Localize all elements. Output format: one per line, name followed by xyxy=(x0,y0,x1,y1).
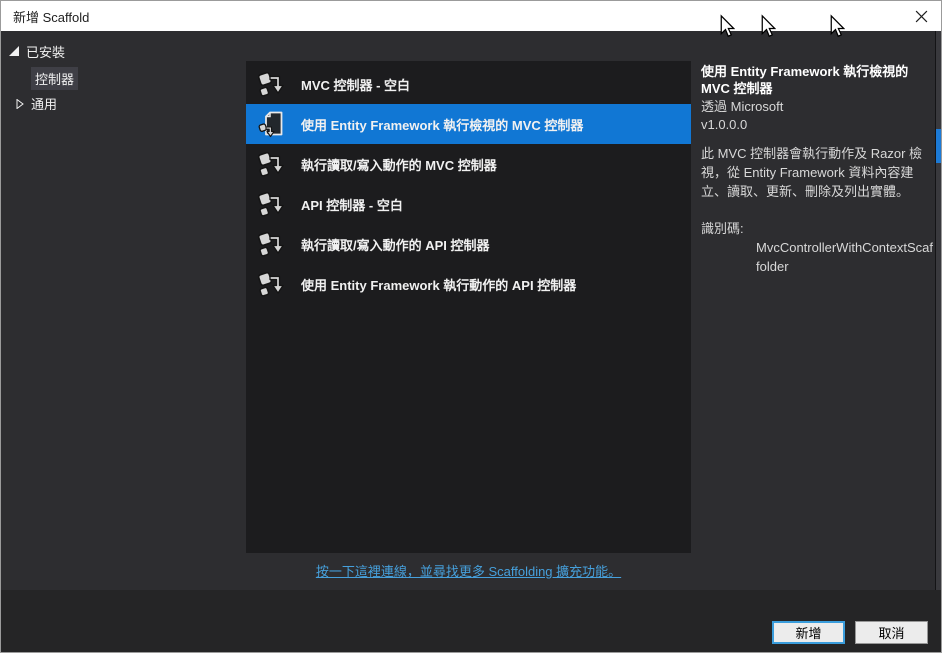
controller-scaffold-icon xyxy=(256,69,286,99)
scrollbar-track[interactable] xyxy=(935,31,941,590)
tree-node-common[interactable]: 通用 xyxy=(16,94,246,113)
list-item-label: API 控制器 - 空白 xyxy=(301,197,403,213)
ef-view-controller-icon xyxy=(256,109,286,139)
controller-scaffold-icon xyxy=(256,229,286,259)
titlebar: 新增 Scaffold xyxy=(1,1,941,31)
triangle-expanded-icon xyxy=(9,46,19,56)
tree-child-label: 通用 xyxy=(31,97,58,112)
details-publisher: 透過 Microsoft xyxy=(701,99,784,114)
scrollbar-thumb[interactable] xyxy=(936,129,941,163)
extensions-link-row: 按一下這裡連線，並尋找更多 Scaffolding 擴充功能。 xyxy=(246,561,691,581)
details-title: 使用 Entity Framework 執行檢視的 MVC 控制器 xyxy=(701,64,909,96)
add-button[interactable]: 新增 xyxy=(772,621,845,644)
window-title: 新增 Scaffold xyxy=(13,9,90,25)
scaffolding-extensions-link[interactable]: 按一下這裡連線，並尋找更多 Scaffolding 擴充功能。 xyxy=(316,564,621,579)
tree-root-label: 已安裝 xyxy=(26,44,66,60)
list-item-label: MVC 控制器 - 空白 xyxy=(301,77,411,93)
controller-scaffold-icon xyxy=(256,149,286,179)
list-item-selected[interactable]: 使用 Entity Framework 執行檢視的 MVC 控制器 xyxy=(246,104,691,144)
list-item[interactable]: MVC 控制器 - 空白 xyxy=(246,64,691,104)
details-description: 此 MVC 控制器會執行動作及 Razor 檢視，從 Entity Framew… xyxy=(701,146,923,199)
category-tree: 已安裝 控制器 通用 xyxy=(1,31,246,113)
close-icon[interactable] xyxy=(909,5,933,27)
footer-bar: 新增 取消 xyxy=(1,590,941,652)
list-item[interactable]: API 控制器 - 空白 xyxy=(246,184,691,224)
triangle-collapsed-icon xyxy=(16,98,24,109)
tree-node-controllers[interactable]: 控制器 xyxy=(31,67,79,90)
list-item[interactable]: 執行讀取/寫入動作的 API 控制器 xyxy=(246,224,691,264)
list-item-label: 使用 Entity Framework 執行檢視的 MVC 控制器 xyxy=(301,117,584,133)
details-version: v1.0.0.0 xyxy=(701,117,748,132)
controller-scaffold-icon xyxy=(256,269,286,299)
list-item-label: 執行讀取/寫入動作的 API 控制器 xyxy=(301,237,490,253)
add-scaffold-dialog: 新增 Scaffold 已安裝 控制器 通用 MVC 控制器 - 空白 使用 E… xyxy=(0,0,942,653)
list-item[interactable]: 使用 Entity Framework 執行動作的 API 控制器 xyxy=(246,264,691,304)
list-item[interactable]: 執行讀取/寫入動作的 MVC 控制器 xyxy=(246,144,691,184)
list-item-label: 使用 Entity Framework 執行動作的 API 控制器 xyxy=(301,277,577,293)
details-panel: 使用 Entity Framework 執行檢視的 MVC 控制器 透過 Mic… xyxy=(701,63,936,276)
cancel-button[interactable]: 取消 xyxy=(855,621,928,644)
scaffold-list: MVC 控制器 - 空白 使用 Entity Framework 執行檢視的 M… xyxy=(246,61,691,553)
list-item-label: 執行讀取/寫入動作的 MVC 控制器 xyxy=(301,157,497,173)
controller-scaffold-icon xyxy=(256,189,286,219)
details-identifier: 識別碼: MvcControllerWithContextScaffolder xyxy=(701,221,933,274)
tree-node-installed[interactable]: 已安裝 xyxy=(1,31,246,61)
